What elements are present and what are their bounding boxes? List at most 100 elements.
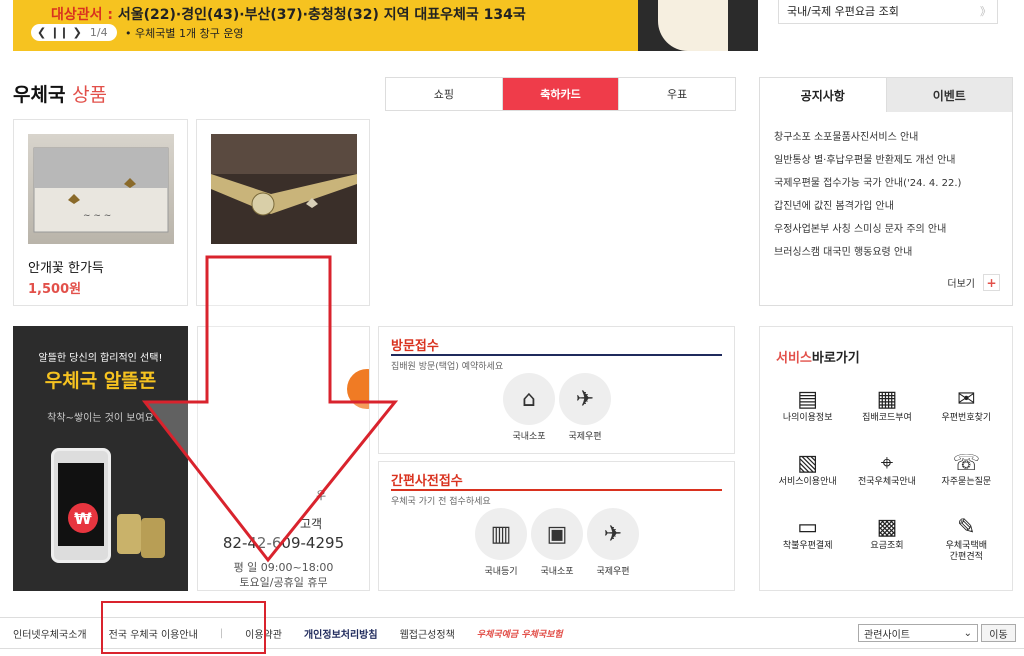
product-card[interactable]: ~ ~ ~ 안개꽃 한가득 1,500원 — [13, 119, 188, 306]
visit-pickup-box: 방문접수 집배원 방문(택업) 예약하세요 ⌂ 국내소포 ✈ 국제우편 — [378, 326, 735, 454]
footer-link-about[interactable]: 인터넷우체국소개 — [13, 626, 109, 641]
barcode-icon: ▥ — [475, 508, 527, 560]
divider — [391, 489, 722, 491]
prev-icon[interactable]: ❮ — [37, 26, 46, 39]
svg-text:~ ~ ~: ~ ~ ~ — [83, 211, 111, 221]
shortcut-service-guide[interactable]: ▧ 서비스이용안내 — [768, 451, 847, 501]
receipt-icon: ▩ — [876, 515, 898, 540]
guide-icon: ▧ — [797, 451, 819, 476]
promo-title: 우체국 알뜰폰 — [44, 370, 157, 392]
highlight-box — [101, 601, 266, 654]
pre-registration-box: 간편사전접수 우체국 가기 전 접수하세요 ▥ 국내등기 ▣ 국내소포 ✈ 국제… — [378, 461, 735, 591]
plane-icon: ✈ — [559, 373, 611, 425]
chevron-down-icon: ⌄ — [963, 627, 972, 639]
rate-lookup-label: 국내/국제 우편요금 조회 — [787, 5, 899, 18]
visit-desc: 집배원 방문(택업) 예약하세요 — [391, 362, 504, 372]
plane-icon: ✈ — [587, 508, 639, 560]
shortcut-parcel-estimate[interactable]: ✎ 우체국택배 간편견적 — [927, 515, 1006, 565]
plus-icon[interactable]: + — [983, 274, 1000, 291]
top-banner[interactable]: 대상관서 : 서울(22)·경인(43)·부산(37)·충청청(32) 지역 대… — [13, 0, 758, 51]
promo-line3: 착착~쌓이는 것이 보여요 — [47, 413, 154, 424]
card-reader-icon: ▭ — [797, 515, 819, 540]
related-sites-select[interactable]: 관련사이트 ⌄ — [858, 624, 978, 642]
banner-image-accent — [658, 0, 728, 51]
shortcuts-title: 서비스바로가기 — [776, 351, 860, 366]
footer-link-accessibility[interactable]: 웹접근성정책 — [400, 626, 477, 641]
visit-domestic-parcel[interactable]: ⌂ 국내소포 — [499, 373, 559, 442]
house-truck-icon: ⌂ — [503, 373, 555, 425]
shortcut-my-info[interactable]: ▤ 나의이용정보 — [768, 387, 847, 437]
footer-link-privacy[interactable]: 개인정보처리방침 — [304, 626, 400, 641]
barcode-icon: ▦ — [876, 387, 898, 412]
rate-lookup-link[interactable]: 국내/국제 우편요금 조회 》 — [778, 0, 998, 24]
tab-greeting-card[interactable]: 축하카드 — [502, 78, 620, 110]
notice-item[interactable]: 국제우편물 접수가능 국가 안내('24. 4. 22.) — [774, 174, 1012, 197]
service-label: 국내소포 — [540, 567, 574, 577]
shortcut-faq[interactable]: ☏ 자주묻는질문 — [927, 451, 1006, 501]
product-image[interactable] — [211, 134, 357, 244]
chevron-right-icon: 》 — [980, 5, 991, 18]
coin-stack-icon — [117, 514, 141, 554]
tab-stamp[interactable]: 우표 — [619, 78, 735, 110]
phone-icon: ₩ — [51, 448, 111, 563]
card-illustration — [211, 134, 357, 244]
notice-panel: 공지사항 이벤트 창구소포 소포물품사진서비스 안내 일반통상 별·후납우편물 … — [759, 77, 1013, 306]
product-price: 1,500원 — [28, 282, 82, 297]
holiday-notice: 토요일/공휴일 휴무 — [239, 576, 328, 589]
divider — [391, 354, 722, 356]
won-icon: ₩ — [68, 503, 98, 533]
shortcut-fee-lookup[interactable]: ▩ 요금조회 — [847, 515, 926, 565]
chat-bubble-icon: ☏ — [952, 451, 981, 476]
clipboard-icon: ✎ — [957, 515, 976, 540]
pager-count: 1/4 — [89, 26, 108, 39]
service-shortcuts: 서비스바로가기 ▤ 나의이용정보 ▦ 집배코드부여 ✉ 우편번호찾기 ▧ 서비스이용안내… — [759, 326, 1013, 591]
tab-event[interactable]: 이벤트 — [885, 78, 1012, 112]
document-icon: ▤ — [797, 387, 819, 412]
product-card[interactable] — [196, 119, 370, 306]
shortcut-post-office-finder[interactable]: ⌖ 전국우체국안내 — [847, 451, 926, 501]
banner-headline: 대상관서 : 서울(22)·경인(43)·부산(37)·충청청(32) 지역 대… — [51, 7, 526, 23]
coin-stack-icon — [141, 518, 165, 558]
go-button[interactable]: 이동 — [981, 624, 1016, 642]
shortcut-cod-payment[interactable]: ▭ 착불우편결제 — [768, 515, 847, 565]
simple-registered-mail[interactable]: ▥ 국내등기 — [471, 508, 531, 577]
shortcut-delivery-code[interactable]: ▦ 집배코드부여 — [847, 387, 926, 437]
section-title: 우체국 상품 — [13, 84, 108, 106]
service-label: 국내소포 — [512, 432, 546, 442]
envelope-icon: ✉ — [957, 387, 976, 412]
service-label: 국제우편 — [568, 432, 602, 442]
card-illustration: ~ ~ ~ — [33, 147, 169, 233]
banner-subline: • 우체국별 1개 창구 운영 — [125, 27, 244, 40]
shortcut-zipcode[interactable]: ✉ 우편번호찾기 — [927, 387, 1006, 437]
tel-label: 고객 — [300, 517, 323, 531]
product-image[interactable]: ~ ~ ~ — [28, 134, 174, 244]
more-link[interactable]: 더보기 + — [947, 274, 1000, 291]
pause-icon[interactable]: ❙❙ — [50, 26, 68, 39]
banner-pager[interactable]: ❮ ❙❙ ❯ 1/4 — [31, 24, 117, 41]
notice-item[interactable]: 갑진년에 값진 봄격가입 안내 — [774, 197, 1012, 220]
simple-international-mail[interactable]: ✈ 국제우편 — [583, 508, 643, 577]
notice-item[interactable]: 브러싱스캠 대국민 행동요령 안내 — [774, 243, 1012, 266]
center-text: 우 — [316, 489, 327, 502]
customer-center-card: 우 고객 82-42-609-4295 평 일 09:00~18:00 토요일/… — [197, 326, 370, 591]
location-pin-icon: ⌖ — [880, 451, 894, 476]
simple-desc: 우체국 가기 전 접수하세요 — [391, 497, 491, 507]
postbank-insurance-logo[interactable]: 우체국예금 우체국보험 — [477, 627, 563, 640]
notice-item[interactable]: 일반통상 별·후납우편물 반환제도 개선 안내 — [774, 151, 1012, 174]
tab-shopping[interactable]: 쇼핑 — [386, 78, 503, 110]
notice-list: 창구소포 소포물품사진서비스 안내 일반통상 별·후납우편물 반환제도 개선 안… — [760, 112, 1012, 266]
product-name[interactable]: 안개꽃 한가득 — [28, 257, 104, 276]
notice-item[interactable]: 우정사업본부 사칭 스미싱 문자 주의 안내 — [774, 220, 1012, 243]
next-icon[interactable]: ❯ — [73, 26, 82, 39]
simple-domestic-parcel[interactable]: ▣ 국내소포 — [527, 508, 587, 577]
notice-item[interactable]: 창구소포 소포물품사진서비스 안내 — [774, 128, 1012, 151]
business-hours: 평 일 09:00~18:00 — [233, 561, 334, 574]
service-label: 국내등기 — [484, 567, 518, 577]
tab-notice[interactable]: 공지사항 — [760, 78, 886, 112]
visit-international-mail[interactable]: ✈ 국제우편 — [555, 373, 615, 442]
more-label: 더보기 — [947, 279, 975, 290]
tel-number: 82-42-609-4295 — [222, 534, 345, 552]
mvno-promo-banner[interactable]: 알뜰한 당신의 합리적인 선택! 우체국 알뜰폰 착착~쌓이는 것이 보여요 ₩ — [13, 326, 188, 591]
promo-line1: 알뜰한 당신의 합리적인 선택! — [38, 353, 163, 364]
product-tabs: 쇼핑 축하카드 우표 — [385, 77, 736, 111]
